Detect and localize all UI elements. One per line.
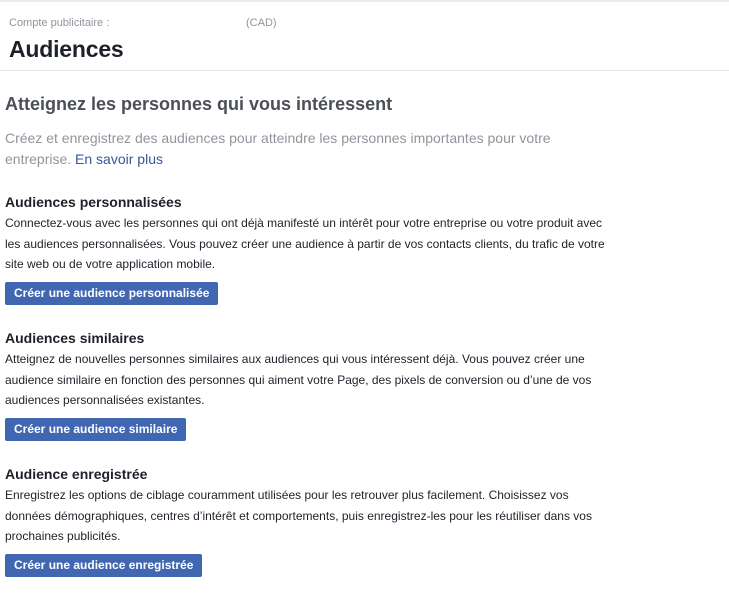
hero-title: Atteignez les personnes qui vous intéres… xyxy=(5,94,393,114)
section-title: Audience enregistrée xyxy=(5,466,148,482)
section-description: Atteignez de nouvelles personnes similai… xyxy=(5,352,592,407)
lookalike-audiences-section: Audiences similaires Atteignez de nouvel… xyxy=(5,329,615,441)
create-lookalike-audience-button[interactable]: Créer une audience similaire xyxy=(5,417,187,441)
custom-audiences-section: Audiences personnalisées Connectez-vous … xyxy=(5,193,615,305)
section-title: Audiences similaires xyxy=(5,330,145,346)
page-header: Compte publicitaire : (CAD) Audiences xyxy=(0,2,729,71)
section-title: Audiences personnalisées xyxy=(5,194,182,210)
ad-account-label: Compte publicitaire : xyxy=(9,17,110,29)
page-title: Audiences xyxy=(9,36,124,62)
hero-description: Créez et enregistrez des audiences pour … xyxy=(5,128,595,170)
hero-section: Atteignez les personnes qui vous intéres… xyxy=(5,93,615,170)
create-custom-audience-button[interactable]: Créer une audience personnalisée xyxy=(5,281,219,305)
saved-audience-section: Audience enregistrée Enregistrez les opt… xyxy=(5,465,615,577)
create-saved-audience-button[interactable]: Créer une audience enregistrée xyxy=(5,553,203,577)
learn-more-link[interactable]: En savoir plus xyxy=(75,151,163,167)
section-description: Enregistrez les options de ciblage coura… xyxy=(5,488,592,543)
ad-account-currency: (CAD) xyxy=(246,17,277,29)
section-description: Connectez-vous avec les personnes qui on… xyxy=(5,216,605,271)
